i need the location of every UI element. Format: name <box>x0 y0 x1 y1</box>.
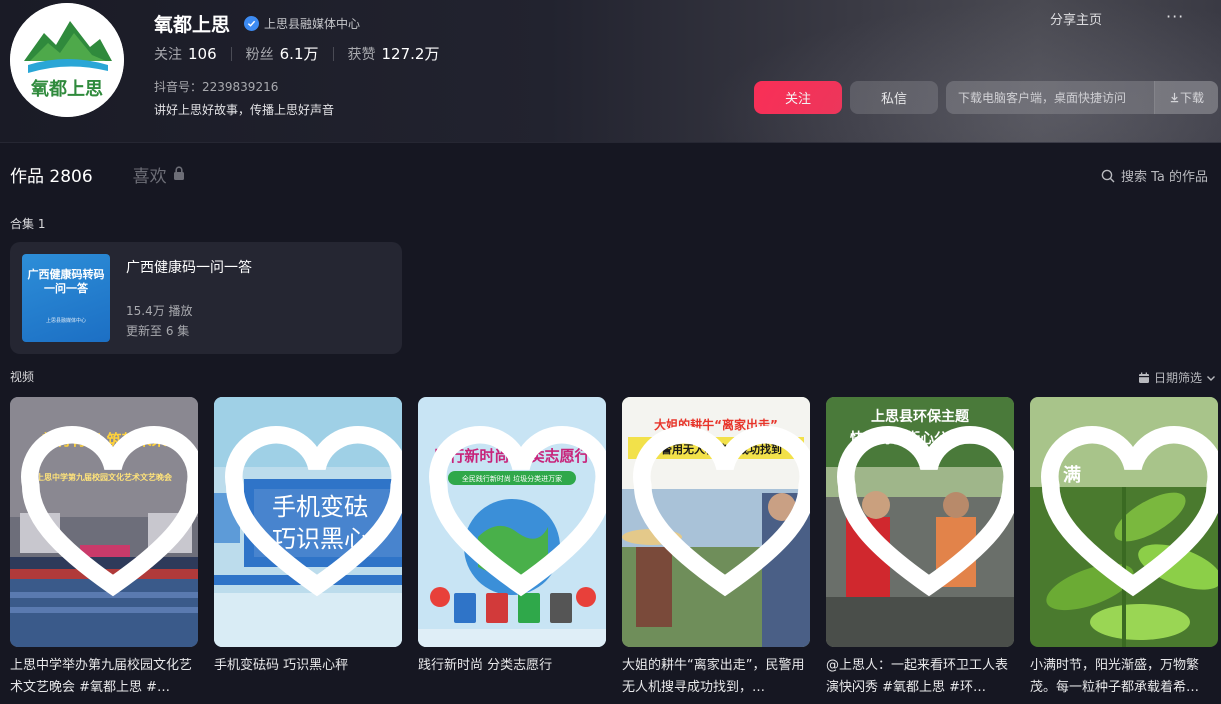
svg-text:氧都上思: 氧都上思 <box>30 78 103 100</box>
date-filter[interactable]: 日期筛选 <box>1138 369 1217 386</box>
download-icon <box>1170 92 1179 103</box>
video-title[interactable]: 践行新时尚 分类志愿行 <box>418 655 604 699</box>
video-card[interactable]: 小 满 29 小满时节，阳光渐盛，万物繁茂。每一粒种子都承载着希… <box>1030 397 1218 699</box>
video-thumbnail[interactable]: 大姐的耕牛“离家出走” 民警用无人机搜寻成功找到 80 <box>622 397 810 647</box>
heart-icon <box>1041 425 1218 597</box>
download-button[interactable]: 下载 <box>1154 81 1218 114</box>
videos-label: 视频 <box>10 370 35 384</box>
video-title[interactable]: 大姐的耕牛“离家出走”，民警用无人机搜寻成功找到，… <box>622 655 808 699</box>
video-thumbnail[interactable]: 手机变砝 巧识黑心 17 <box>214 397 402 647</box>
message-button[interactable]: 私信 <box>850 81 938 114</box>
collection-cover-org: 上思县融媒体中心 <box>45 318 86 324</box>
video-thumbnail[interactable]: 小 满 29 <box>1030 397 1218 647</box>
stat-following-value[interactable]: 106 <box>188 45 217 63</box>
heart-icon <box>225 425 402 597</box>
date-filter-label: 日期筛选 <box>1154 371 1203 385</box>
video-like-count: 12 <box>427 397 606 640</box>
search-works[interactable]: 搜索 Ta 的作品 <box>1101 166 1208 185</box>
tab-works[interactable]: 作品 2806 <box>10 162 93 187</box>
search-works-label: 搜索 Ta 的作品 <box>1121 170 1209 185</box>
video-card[interactable]: 美育青春 筑梦未来 上思中学第九届校园文化艺术文艺晚会 35 上思中学举办第九届… <box>10 397 198 699</box>
video-like-count: 80 <box>631 397 810 640</box>
video-title[interactable]: 小满时节，阳光渐盛，万物繁茂。每一粒种子都承载着希… <box>1030 655 1216 699</box>
stat-followers-label[interactable]: 粉丝 <box>246 44 274 64</box>
video-like-count: 35 <box>19 397 198 640</box>
video-thumbnail[interactable]: 践行新时尚 分类志愿行 全民践行新时尚 垃圾分类进万家 12 <box>418 397 606 647</box>
video-like-count: 17 <box>223 397 402 640</box>
stat-followers-value[interactable]: 6.1万 <box>280 43 319 64</box>
video-title[interactable]: @上思人：一起来看环卫工人表演快闪秀 #氧都上思 #环… <box>826 655 1012 699</box>
heart-icon <box>837 425 1014 597</box>
collection-updated: 更新至 6 集 <box>126 324 190 338</box>
collection-plays: 15.4万 播放 <box>126 304 193 318</box>
collections-label: 合集 1 <box>10 217 46 231</box>
collection-card[interactable]: 广西健康码转码 一问一答 上思县融媒体中心 广西健康码一问一答 15.4万 播放… <box>10 242 402 354</box>
video-like-count: 62 <box>835 397 1014 640</box>
chevron-down-icon <box>1207 375 1216 381</box>
stat-likes-value: 127.2万 <box>381 45 440 63</box>
video-card[interactable]: 大姐的耕牛“离家出走” 民警用无人机搜寻成功找到 80 大姐的耕牛“离家出走”，… <box>622 397 810 699</box>
video-card[interactable]: 手机变砝 巧识黑心 17 手机变砝码 巧识黑心秤 <box>214 397 402 699</box>
lock-icon <box>173 165 185 185</box>
profile-bio: 讲好上思好故事，传播上思好声音 <box>154 103 335 117</box>
heart-icon <box>429 425 606 597</box>
collection-cover-line1: 广西健康码转码 <box>27 268 105 281</box>
stat-following-label[interactable]: 关注 <box>154 44 182 64</box>
stat-divider <box>332 46 334 61</box>
search-icon <box>1101 169 1115 182</box>
download-client-banner: 下载电脑客户端，桌面快捷访问 下载 <box>946 81 1218 114</box>
verified-org: 上思县融媒体中心 <box>264 17 361 31</box>
profile-header: 氧都上思 氧都上思 上思县融媒体中心 关注 106 粉丝 6.1万 获赞 127… <box>0 0 1221 143</box>
tab-likes-label: 喜欢 <box>132 167 167 187</box>
profile-name: 氧都上思 <box>154 14 231 36</box>
avatar-logo-icon: 氧都上思 <box>10 3 124 117</box>
heart-icon <box>21 425 198 597</box>
video-card[interactable]: 上思县环保主题 快闪秀在街心公园上演 62 @上思人：一起来看环卫工人表演快闪秀… <box>826 397 1014 699</box>
more-options-icon[interactable]: ··· <box>1166 7 1184 26</box>
collection-title: 广西健康码一问一答 <box>126 260 252 276</box>
download-prompt: 下载电脑客户端，桌面快捷访问 <box>958 91 1127 105</box>
heart-icon <box>633 425 810 597</box>
share-profile-link[interactable]: 分享主页 <box>1050 9 1102 28</box>
stat-divider <box>230 46 232 61</box>
account-id: 抖音号：2239839216 <box>154 80 279 94</box>
verified-icon <box>244 16 260 31</box>
stat-likes-label: 获赞 <box>347 46 376 63</box>
avatar[interactable]: 氧都上思 <box>10 3 124 117</box>
video-card[interactable]: 践行新时尚 分类志愿行 全民践行新时尚 垃圾分类进万家 12 践行新时尚 分类志… <box>418 397 606 699</box>
profile-stats: 关注 106 粉丝 6.1万 获赞 127.2万 <box>154 43 439 64</box>
profile-tabs: 作品 2806 喜欢 <box>10 162 185 187</box>
download-button-label: 下载 <box>1179 91 1204 105</box>
tab-likes[interactable]: 喜欢 <box>133 162 185 187</box>
video-title[interactable]: 手机变砝码 巧识黑心秤 <box>214 655 400 699</box>
collection-cover-line2: 一问一答 <box>44 282 88 295</box>
collection-cover: 广西健康码转码 一问一答 上思县融媒体中心 <box>22 254 110 342</box>
follow-button[interactable]: 关注 <box>754 81 842 114</box>
video-thumbnail[interactable]: 上思县环保主题 快闪秀在街心公园上演 62 <box>826 397 1014 647</box>
video-title[interactable]: 上思中学举办第九届校园文化艺术文艺晚会 #氧都上思 #… <box>10 655 196 699</box>
video-like-count: 29 <box>1039 397 1218 640</box>
calendar-icon <box>1139 372 1149 383</box>
video-thumbnail[interactable]: 美育青春 筑梦未来 上思中学第九届校园文化艺术文艺晚会 35 <box>10 397 198 647</box>
name-row: 氧都上思 上思县融媒体中心 <box>154 10 360 37</box>
